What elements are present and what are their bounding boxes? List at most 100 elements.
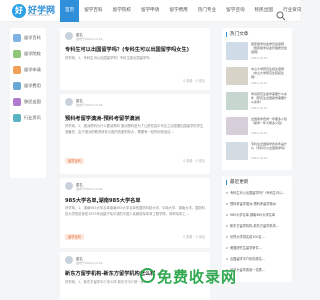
- recent-item-title: 新东方留学机构-新东方留学机构…: [230, 224, 279, 228]
- category-icon: [13, 82, 21, 90]
- author-avatar: [65, 98, 73, 106]
- bullet-icon: [226, 192, 228, 194]
- hot-article-item[interactable]: 专科生出国留学的条件是什么（专科可以出国留学吗） 2024-10-16: [226, 142, 288, 164]
- recent-item[interactable]: 专科生可以出国留学吗？(专科生可以…: [226, 190, 288, 195]
- hot-article-item[interactable]: 出国留学费用一年要多少钱（留学一年大概多少钱） 2024-10-16: [226, 117, 288, 139]
- author-avatar: [65, 256, 73, 264]
- site-header: 好 好学网 HAOXUEWANG 首页 留学百科 留学院校 留学申请 留学费用 …: [0, 0, 301, 22]
- nav-item[interactable]: 热门专业: [193, 0, 221, 22]
- article-date: 发布于2024-10-16: [76, 103, 103, 107]
- category-icon: [13, 34, 21, 42]
- recent-item[interactable]: 美国研究生留学条件…: [226, 245, 288, 250]
- category-icon: [13, 66, 21, 74]
- hot-article-title: 申请研究生留学需要什么条件（研究生出国留学需要什么条件）: [251, 92, 288, 105]
- hot-article-date: 2024-10-16: [251, 131, 268, 135]
- views-count: 0 查看: [183, 159, 193, 163]
- article-title[interactable]: 专科生可以出国留学吗？(专科生可以出国留学吗女生): [65, 46, 189, 53]
- watermark: 免费收录网: [157, 268, 238, 286]
- category-tag[interactable]: 留学百科: [65, 158, 84, 164]
- nav-item[interactable]: 留学百科: [79, 0, 107, 22]
- hot-articles-title: 热门文章: [226, 32, 248, 37]
- article-stats: 0 查看 · 0 评论: [183, 79, 205, 83]
- article-title[interactable]: 预科考留学澳洲-预科考留学澳洲: [65, 115, 140, 122]
- hot-article-thumbnail: [226, 42, 248, 60]
- hot-articles-panel: 热门文章 国家留学基金委员会官网（国家留学基金管理委员会官网） 2024-10-…: [222, 28, 292, 170]
- recent-item[interactable]: 出国留学中介机构排名…: [226, 256, 288, 261]
- hot-article-title: 国家留学基金委员会官网（国家留学基金管理委员会官网）: [251, 42, 288, 55]
- hot-article-date: 2024-10-16: [251, 156, 268, 160]
- site-logo[interactable]: 好 好学网 HAOXUEWANG: [12, 3, 56, 19]
- bullet-icon: [226, 236, 228, 238]
- recent-item-title: 美国研究生留学条件…: [230, 246, 262, 250]
- nav-item[interactable]: 留学院校: [108, 0, 136, 22]
- recent-item[interactable]: 新东方留学机构-新东方留学机构…: [226, 223, 288, 228]
- category-item[interactable]: 行业资讯: [13, 112, 45, 124]
- category-item[interactable]: 留学费用: [13, 80, 45, 92]
- nav-item[interactable]: 留学咨询: [221, 0, 249, 22]
- recent-item-title: 预科考留学澳洲-预科考留学澳洲: [230, 202, 276, 206]
- recent-item[interactable]: 预科考留学澳洲-预科考留学澳洲: [226, 201, 288, 206]
- hot-article-thumbnail: [226, 117, 248, 135]
- article-title[interactable]: 985大学名单,湖南985大学名单: [65, 197, 141, 204]
- nav-item-home[interactable]: 首页: [60, 0, 80, 22]
- author-avatar: [65, 182, 73, 190]
- category-icon: [13, 114, 21, 122]
- nav-item[interactable]: 移民出国: [250, 0, 278, 22]
- logo-mark: 好: [12, 4, 26, 18]
- recent-item[interactable]: 985大学名单,湖南985大学名单: [226, 212, 288, 217]
- recent-item-title: 专科生可以出国留学吗？(专科生可以…: [230, 191, 286, 195]
- category-icon: [13, 98, 21, 106]
- hot-article-thumbnail: [226, 92, 248, 110]
- bullet-icon: [226, 258, 228, 260]
- recent-item-title: 出国留学中介机构排名…: [230, 257, 266, 261]
- nav-item[interactable]: 留学申请: [136, 0, 164, 22]
- bullet-icon: [226, 225, 228, 227]
- comments-count: 0 评论: [195, 235, 205, 239]
- bullet-icon: [226, 247, 228, 249]
- category-label: 留学费用: [24, 83, 41, 88]
- category-tag[interactable]: 留学百科: [65, 234, 84, 240]
- search-icon[interactable]: [276, 6, 286, 21]
- recent-updates-title: 最近更新: [226, 180, 248, 185]
- bullet-icon: [226, 214, 228, 216]
- article-card[interactable]: 匿名 发布于2024-10-16 专科生可以出国留学吗？(专科生可以出国留学吗女…: [60, 28, 210, 90]
- category-label: 留学院校: [24, 51, 41, 56]
- hot-article-thumbnail: [226, 67, 248, 85]
- views-count: 0 查看: [183, 235, 193, 239]
- article-stats: 0 查看 · 0 评论: [183, 159, 205, 163]
- logo-subtitle: HAOXUEWANG: [28, 13, 50, 17]
- hot-article-title: 中山大学研究生招生官网（中山大学研究生院招生网）: [251, 67, 285, 80]
- category-item[interactable]: 移民出国: [13, 96, 45, 108]
- comments-count: 0 评论: [195, 79, 205, 83]
- category-item[interactable]: 留学申请: [13, 64, 45, 76]
- comments-count: 0 评论: [195, 159, 205, 163]
- main-nav: 首页 留学百科 留学院校 留学申请 留学费用 热门专业 留学咨询 移民出国 行业…: [60, 0, 306, 22]
- article-card[interactable]: 匿名 发布于2024-10-16 预科考留学澳洲-预科考留学澳洲 好学网，1、澳…: [60, 94, 210, 174]
- author-avatar: [65, 32, 73, 40]
- article-card[interactable]: 匿名 发布于2024-10-16 985大学名单,湖南985大学名单 好学网，1…: [60, 178, 210, 248]
- category-item[interactable]: 留学院校: [13, 48, 45, 60]
- article-excerpt: 好学网，1、澳洲预科为什么要读预科 澳洲预科是为了让那些高中毕业之后想要出国留学…: [65, 124, 204, 134]
- watermark-logo-icon: [140, 268, 155, 283]
- views-count: 0 查看: [183, 79, 193, 83]
- hot-article-item[interactable]: 国家留学基金委员会官网（国家留学基金管理委员会官网） 2024-10-16: [226, 42, 288, 64]
- article-excerpt: 好学网，1、湖南985大学名单湖南985大学名单有国防科技大学、中南大学、湖南大…: [65, 206, 205, 216]
- category-label: 移民出国: [24, 99, 41, 104]
- article-date: 发布于2024-10-16: [76, 261, 103, 265]
- article-stats: 0 查看 · 0 评论: [183, 235, 205, 239]
- recent-item[interactable]: 世界大学排名前100名…: [226, 234, 288, 239]
- hot-article-item[interactable]: 中山大学研究生招生官网（中山大学研究生院招生网） 2024-10-16: [226, 67, 288, 89]
- hot-article-date: 2024-10-16: [251, 106, 268, 110]
- hot-article-title: 专科生出国留学的条件是什么（专科可以出国留学吗）: [251, 142, 288, 151]
- category-label: 留学百科: [24, 35, 41, 40]
- hot-article-item[interactable]: 申请研究生留学需要什么条件（研究生出国留学需要什么条件） 2024-10-16: [226, 92, 288, 114]
- category-icon: [13, 50, 21, 58]
- recent-item-title: 世界大学排名前100名…: [230, 235, 265, 239]
- bullet-icon: [226, 203, 228, 205]
- article-date: 发布于2024-10-16: [76, 187, 103, 191]
- recent-item-title: 985大学名单,湖南985大学名单: [230, 213, 276, 217]
- category-item[interactable]: 留学百科: [13, 32, 45, 44]
- nav-item[interactable]: 留学费用: [164, 0, 192, 22]
- hot-article-date: 2024-10-16: [251, 81, 268, 85]
- article-excerpt: 好学网，1、专科生可以出国留学吗？专科生能出国留学吗…: [65, 56, 153, 60]
